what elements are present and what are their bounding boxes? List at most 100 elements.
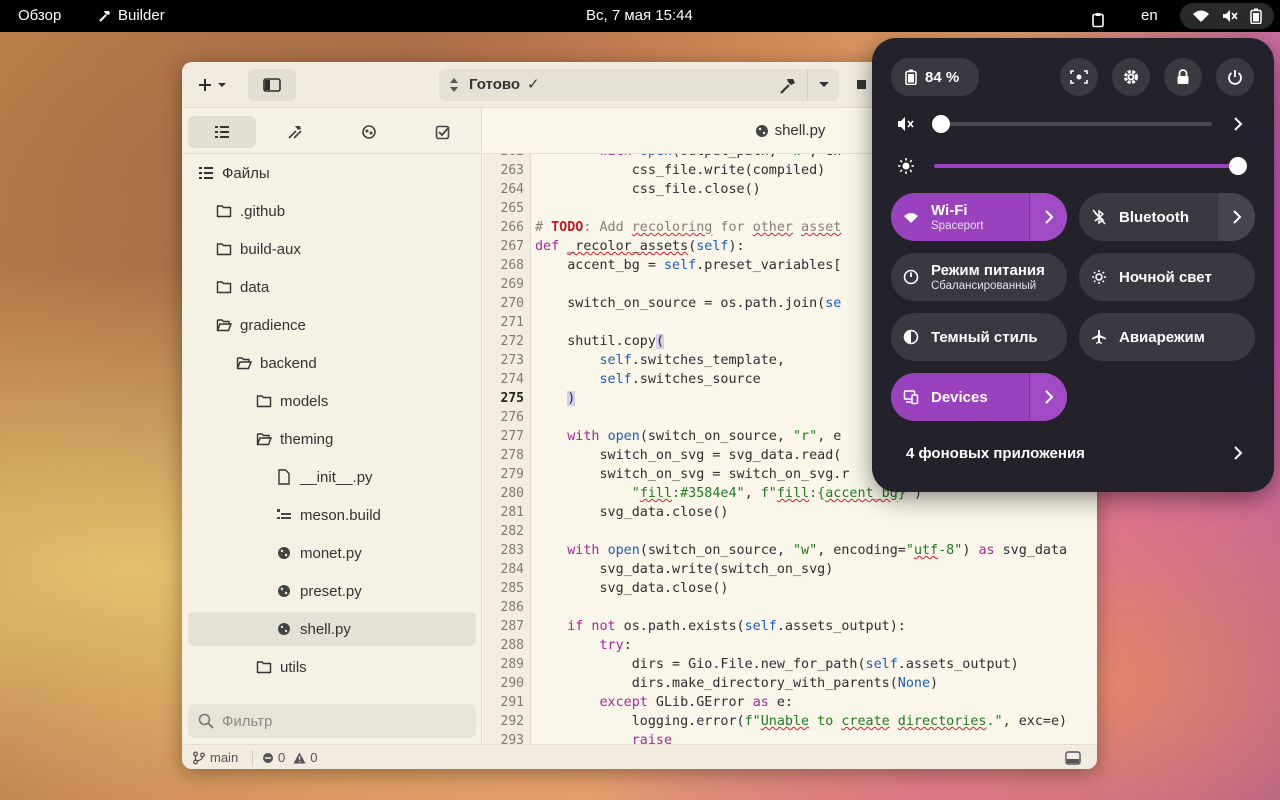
tree-folder-open[interactable]: backend xyxy=(234,346,317,380)
new-menu-button[interactable] xyxy=(190,69,236,101)
keyboard-layout[interactable]: en xyxy=(1141,0,1158,32)
brightness-slider-knob[interactable] xyxy=(1229,157,1247,175)
airplane-mode-toggle[interactable]: Авиарежим xyxy=(1079,313,1255,361)
wifi-menu-button[interactable] xyxy=(1029,193,1067,241)
filter-input[interactable]: Фильтр xyxy=(188,704,476,738)
tab-todo[interactable] xyxy=(409,116,477,148)
quick-settings-menu: 84 % Wi-Fi Spaceport Bluetooth Режим пита… xyxy=(872,38,1274,492)
diagnostics-indicator[interactable]: 0 0 xyxy=(262,745,317,769)
line-number: 271 xyxy=(500,315,524,330)
folder-icon xyxy=(254,660,274,674)
clock[interactable]: Вс, 7 мая 15:44 xyxy=(586,0,693,32)
battery-button[interactable]: 84 % xyxy=(891,58,979,96)
background-apps-label: 4 фоновых приложения xyxy=(906,444,1085,462)
filter-placeholder: Фильтр xyxy=(222,712,273,730)
dark-style-toggle[interactable]: Темный стиль xyxy=(891,313,1067,361)
tree-file[interactable]: meson.build xyxy=(274,498,381,532)
brightness-slider[interactable] xyxy=(934,164,1238,168)
tree-folder[interactable]: utils xyxy=(254,650,307,684)
tree-folder[interactable]: data xyxy=(214,270,269,304)
code-line: # TODO: Add recoloring for other asset xyxy=(535,220,842,235)
power-button[interactable] xyxy=(1216,58,1254,96)
devices-menu-button[interactable] xyxy=(1029,373,1067,421)
code-line: raise xyxy=(631,733,673,744)
tab-symbols[interactable] xyxy=(335,116,403,148)
clipboard-icon[interactable] xyxy=(1090,8,1106,28)
settings-button[interactable] xyxy=(1112,58,1150,96)
tree-file[interactable]: monet.py xyxy=(274,536,362,570)
folder-icon xyxy=(214,204,234,218)
tree-item-label: gradience xyxy=(240,316,306,334)
line-number: 273 xyxy=(500,353,524,368)
warning-count: 0 xyxy=(310,750,318,765)
airplane-mode-title: Авиарежим xyxy=(1119,328,1205,346)
code-line: def _recolor_assets(self): xyxy=(535,239,745,254)
line-number: 272 xyxy=(500,334,524,349)
night-light-toggle[interactable]: Ночной свет xyxy=(1079,253,1255,301)
chevron-right-icon xyxy=(1044,390,1053,404)
tree-root[interactable]: Файлы xyxy=(196,156,270,190)
devices-toggle[interactable]: Devices xyxy=(891,373,1067,421)
battery-icon xyxy=(905,69,917,85)
power-mode-toggle[interactable]: Режим питания Сбалансированный xyxy=(891,253,1067,301)
volume-slider[interactable] xyxy=(940,122,1212,126)
tree-file[interactable]: preset.py xyxy=(274,574,362,608)
error-icon xyxy=(263,752,273,763)
chevron-down-icon xyxy=(818,82,829,87)
tree-item-label: .github xyxy=(240,202,286,220)
line-number: 268 xyxy=(500,258,524,273)
divider xyxy=(252,749,253,766)
activities-button[interactable]: Обзор xyxy=(18,0,61,32)
tree-file[interactable]: __init__.py xyxy=(274,460,373,494)
python-icon xyxy=(274,622,294,636)
app-menu[interactable]: Builder xyxy=(98,0,165,32)
tree-folder-open[interactable]: gradience xyxy=(214,308,306,342)
bluetooth-menu-button[interactable] xyxy=(1217,193,1255,241)
code-line: switch_on_source = os.path.join(se xyxy=(535,296,842,311)
line-number: 274 xyxy=(500,372,524,387)
tab-build[interactable] xyxy=(261,116,329,148)
tree-item-label: build-aux xyxy=(240,240,301,258)
volume-slider-knob[interactable] xyxy=(932,115,950,133)
line-number: 293 xyxy=(500,733,524,744)
tree-folder[interactable]: .github xyxy=(214,194,285,228)
line-number: 264 xyxy=(500,182,524,197)
code-line: self.switches_template, xyxy=(599,353,785,368)
wifi-toggle[interactable]: Wi-Fi Spaceport xyxy=(891,193,1067,241)
tab-files[interactable] xyxy=(188,116,256,148)
line-number: 289 xyxy=(500,657,524,672)
sidebar-toggle-button[interactable] xyxy=(248,69,296,101)
code-line: try: xyxy=(599,638,632,653)
dark-style-title: Темный стиль xyxy=(931,328,1038,346)
line-number: 282 xyxy=(500,524,524,539)
screenshot-button[interactable] xyxy=(1060,58,1098,96)
python-icon xyxy=(274,546,294,560)
bluetooth-toggle[interactable]: Bluetooth xyxy=(1079,193,1255,241)
warning-icon xyxy=(293,752,306,763)
up-down-icon xyxy=(450,78,458,92)
speaker-muted-icon[interactable] xyxy=(897,116,915,132)
branch-indicator[interactable]: main xyxy=(192,745,238,769)
lock-button[interactable] xyxy=(1164,58,1202,96)
background-apps-row[interactable]: 4 фоновых приложения xyxy=(891,430,1255,476)
night-light-icon xyxy=(1079,269,1119,285)
tree-folder[interactable]: models xyxy=(254,384,328,418)
chevron-right-icon[interactable] xyxy=(1233,116,1243,132)
code-line: shutil.copy( xyxy=(535,334,664,349)
build-menu-button[interactable] xyxy=(807,69,839,101)
system-status-area[interactable] xyxy=(1180,3,1274,29)
tree-folder-open[interactable]: theming xyxy=(254,422,333,456)
line-number: 279 xyxy=(500,467,524,482)
bottom-panel-icon xyxy=(1065,750,1081,765)
stop-icon[interactable] xyxy=(857,80,866,89)
panel-toggle[interactable] xyxy=(1065,745,1081,769)
omni-bar[interactable]: Готово ✓ xyxy=(439,69,839,101)
folder-open-icon xyxy=(254,432,274,446)
build-hammer-icon[interactable] xyxy=(779,77,797,95)
hammer-wrench-icon xyxy=(288,126,302,139)
tree-folder[interactable]: build-aux xyxy=(214,232,301,266)
error-count: 0 xyxy=(278,750,286,765)
tree-file-selected[interactable]: shell.py xyxy=(188,612,476,646)
wifi-title: Wi-Fi xyxy=(931,202,968,219)
line-gutter: 262 263 264 265 266 267 268 269 270 271 … xyxy=(483,154,531,744)
